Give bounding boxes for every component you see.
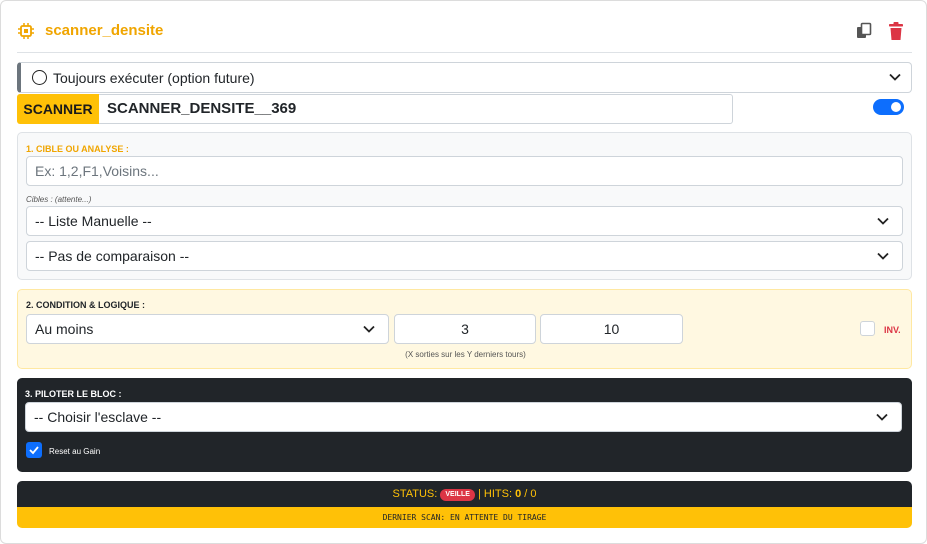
targets-hint: Cibles : (attente...) xyxy=(26,195,92,204)
slave-select[interactable]: -- Choisir l'esclave -- xyxy=(25,402,902,432)
status-badge: VEILLE xyxy=(440,489,475,501)
pilot-block-section: 3. PILOTER LE BLOC : -- Choisir l'esclav… xyxy=(17,378,912,472)
scanner-card: scanner_densite Toujours exécuter (optio… xyxy=(0,0,927,544)
block-title: scanner_densite xyxy=(45,22,164,39)
checkmark-icon xyxy=(29,446,39,455)
condition-hint: (X sorties sur les Y derniers tours) xyxy=(405,350,526,359)
chevron-down-icon xyxy=(876,413,888,421)
invert-checkbox[interactable] xyxy=(860,321,875,336)
toggle-knob xyxy=(891,102,901,112)
hits-count: 0 xyxy=(515,488,522,500)
always-run-label: Toujours exécuter (option future) xyxy=(53,70,255,86)
compare-select[interactable]: -- Pas de comparaison -- xyxy=(26,241,903,271)
mode-select[interactable]: Au moins xyxy=(26,314,389,344)
target-analysis-section: 1. CIBLE OU ANALYSE : Ex: 1,2,F1,Voisins… xyxy=(17,132,912,280)
cpu-chip-icon xyxy=(18,23,34,39)
chevron-down-icon xyxy=(889,73,901,81)
chevron-down-icon xyxy=(877,252,889,260)
always-run-select[interactable]: Toujours exécuter (option future) xyxy=(17,62,912,93)
targets-placeholder: Ex: 1,2,F1,Voisins... xyxy=(35,163,159,179)
scanner-name-field[interactable]: SCANNER_DENSITE__369 xyxy=(99,94,733,124)
reset-checkbox[interactable] xyxy=(26,442,42,458)
section2-title: 2. CONDITION & LOGIQUE : xyxy=(26,300,146,310)
section3-title: 3. PILOTER LE BLOC : xyxy=(25,389,122,399)
chevron-down-icon xyxy=(363,325,375,333)
y-value-input[interactable]: 10 xyxy=(540,314,683,344)
mode-select-value: Au moins xyxy=(35,321,94,337)
copy-icon[interactable] xyxy=(856,22,872,40)
status-label: STATUS: xyxy=(392,488,438,500)
chevron-down-icon xyxy=(877,217,889,225)
invert-label: INV. xyxy=(884,325,901,335)
reset-label: Reset au Gain xyxy=(49,447,101,456)
scanner-tag: SCANNER xyxy=(17,94,99,124)
condition-logic-section: 2. CONDITION & LOGIQUE : Au moins 3 10 I… xyxy=(17,289,912,369)
compare-select-value: -- Pas de comparaison -- xyxy=(35,248,190,264)
list-select-value: -- Liste Manuelle -- xyxy=(35,213,152,229)
list-select[interactable]: -- Liste Manuelle -- xyxy=(26,206,903,236)
hits-label: | HITS: xyxy=(477,488,512,500)
hits-total: / 0 xyxy=(524,488,537,500)
slave-select-value: -- Choisir l'esclave -- xyxy=(34,409,162,425)
x-value-input[interactable]: 3 xyxy=(394,314,536,344)
section1-title: 1. CIBLE OU ANALYSE : xyxy=(26,144,129,154)
trash-icon[interactable] xyxy=(888,21,904,41)
last-scan-bar: DERNIER SCAN: EN ATTENTE DU TIRAGE xyxy=(17,507,912,528)
enable-toggle[interactable] xyxy=(873,99,904,115)
status-bar: STATUS: VEILLE | HITS: 0 / 0 xyxy=(17,481,912,507)
radio-circle-icon[interactable] xyxy=(32,70,47,85)
card-header: scanner_densite xyxy=(17,15,912,53)
targets-input[interactable]: Ex: 1,2,F1,Voisins... xyxy=(26,156,903,186)
